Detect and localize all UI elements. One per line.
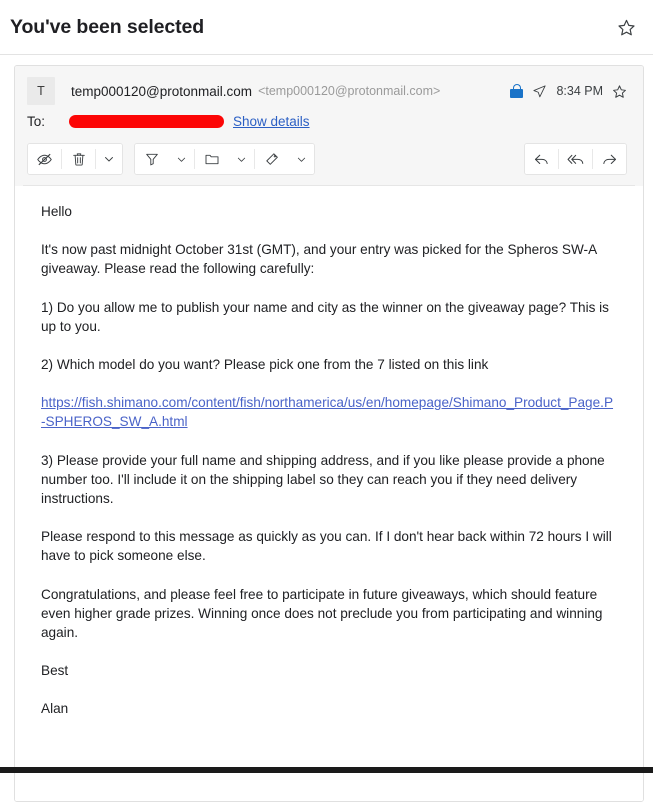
chevron-down-icon[interactable] xyxy=(168,144,194,174)
header-icon-group: 8:34 PM xyxy=(510,83,631,99)
tag-icon[interactable] xyxy=(255,144,288,174)
body-link-paragraph: https://fish.shimano.com/content/fish/no… xyxy=(41,393,617,431)
body-paragraph: Please respond to this message as quickl… xyxy=(41,529,612,564)
sender-email: <temp000120@protonmail.com> xyxy=(258,84,441,98)
reply-all-icon[interactable] xyxy=(559,144,592,174)
lock-icon xyxy=(510,83,524,99)
paper-plane-icon xyxy=(532,84,547,99)
message-header: T temp000120@protonmail.com <temp000120@… xyxy=(15,66,643,186)
message-time: 8:34 PM xyxy=(556,84,603,98)
bottom-strip xyxy=(0,767,653,773)
to-label: To: xyxy=(27,113,46,129)
chevron-down-icon[interactable] xyxy=(96,144,122,174)
sender-name: temp000120@protonmail.com xyxy=(71,83,253,99)
recipient-row: To: Show details xyxy=(23,108,635,134)
body-paragraph: Congratulations, and please feel free to… xyxy=(41,586,603,641)
show-details-link[interactable]: Show details xyxy=(233,114,310,129)
reply-icon[interactable] xyxy=(525,144,558,174)
message-body: Hello It's now past midnight October 31s… xyxy=(15,186,643,801)
message-card: T temp000120@protonmail.com <temp000120@… xyxy=(14,65,644,802)
page-title: You've been selected xyxy=(10,15,205,38)
recipient-redaction xyxy=(69,114,224,128)
body-signature: Alan xyxy=(41,701,69,717)
sender-row: T temp000120@protonmail.com <temp000120@… xyxy=(23,75,635,107)
toolbar-group-organize xyxy=(134,143,315,175)
body-paragraph: It's now past midnight October 31st (GMT… xyxy=(41,242,597,277)
star-outline-icon[interactable] xyxy=(613,14,639,40)
mark-as-unread-icon[interactable] xyxy=(28,144,61,174)
forward-icon[interactable] xyxy=(593,144,626,174)
chevron-down-icon[interactable] xyxy=(228,144,254,174)
folder-icon[interactable] xyxy=(195,144,228,174)
chevron-down-icon[interactable] xyxy=(288,144,314,174)
avatar: T xyxy=(27,77,55,105)
body-signoff: Best xyxy=(41,663,69,679)
body-greeting: Hello xyxy=(41,204,72,219)
subject-header: You've been selected xyxy=(0,0,653,55)
body-paragraph: 2) Which model do you want? Please pick … xyxy=(41,357,489,373)
body-paragraph: 1) Do you allow me to publish your name … xyxy=(41,299,609,334)
trash-icon[interactable] xyxy=(62,144,95,174)
message-toolbar xyxy=(23,134,635,186)
shimano-product-link[interactable]: https://fish.shimano.com/content/fish/no… xyxy=(41,395,613,429)
toolbar-group-reply xyxy=(524,143,627,175)
star-outline-icon[interactable] xyxy=(612,84,627,99)
body-paragraph: 3) Please provide your full name and shi… xyxy=(41,452,605,507)
toolbar-group-primary xyxy=(27,143,123,175)
filter-icon[interactable] xyxy=(135,144,168,174)
